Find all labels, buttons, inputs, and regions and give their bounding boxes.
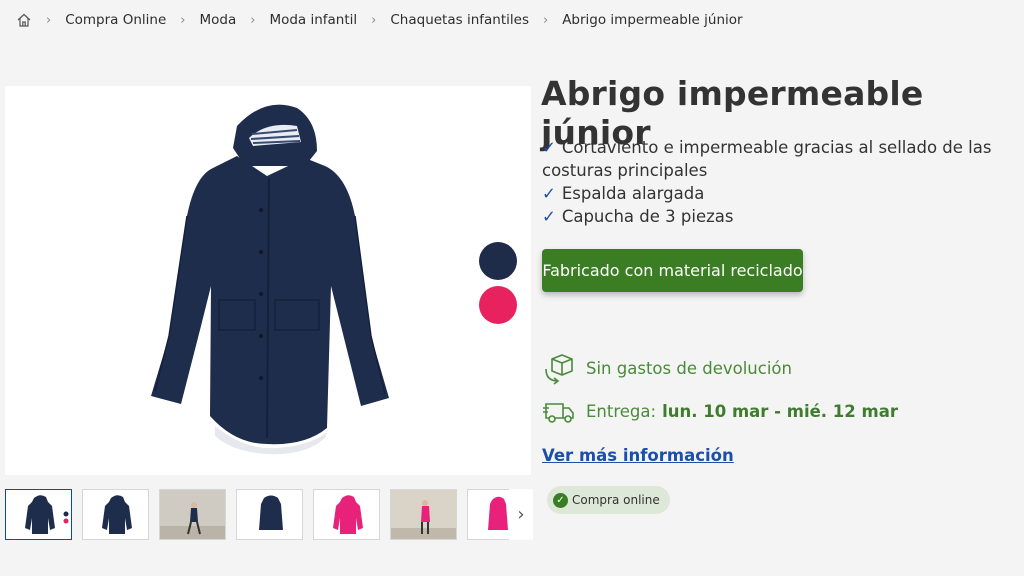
breadcrumb-item-chaquetas-infantiles[interactable]: Chaquetas infantiles	[390, 12, 529, 28]
thumbnail-4[interactable]	[236, 489, 303, 540]
feature-item: ✓ Espalda alargada	[542, 182, 1012, 205]
breadcrumb-current: Abrigo impermeable júnior	[562, 12, 743, 28]
thumbnail-strip: ›	[5, 489, 533, 541]
thumbnail-3[interactable]	[159, 489, 226, 540]
breadcrumb-separator: ›	[250, 12, 256, 28]
feature-item: ✓ Capucha de 3 piezas	[542, 205, 1012, 228]
home-icon[interactable]	[16, 12, 32, 28]
product-main-image[interactable]	[5, 86, 531, 475]
recycled-material-button[interactable]: Fabricado con material reciclado	[542, 249, 803, 292]
return-info: Sin gastos de devolución	[542, 351, 792, 385]
chevron-right-icon[interactable]: ›	[509, 489, 533, 540]
online-purchase-badge: ✓ Compra online	[547, 486, 670, 514]
color-swatch-pink[interactable]	[479, 286, 517, 324]
delivery-truck-icon	[542, 394, 576, 428]
delivery-info: Entrega: lun. 10 mar - mié. 12 mar	[542, 394, 898, 428]
more-info-link[interactable]: Ver más información	[542, 446, 734, 465]
feature-text: Capucha de 3 piezas	[561, 207, 734, 226]
breadcrumb-separator: ›	[180, 12, 186, 28]
thumbnail-1[interactable]	[5, 489, 72, 540]
breadcrumb-separator: ›	[542, 12, 549, 28]
thumbnail-2[interactable]	[82, 489, 149, 540]
check-icon: ✓	[542, 138, 556, 157]
online-badge-text: Compra online	[572, 493, 660, 507]
color-swatch-navy[interactable]	[479, 242, 517, 280]
return-text: Sin gastos de devolución	[586, 358, 792, 378]
breadcrumb-separator: ›	[46, 12, 52, 28]
check-circle-icon: ✓	[553, 492, 568, 508]
breadcrumb-item-moda[interactable]: Moda	[199, 12, 236, 28]
breadcrumb: › Compra Online › Moda › Moda infantil ›…	[16, 10, 743, 30]
check-icon: ✓	[542, 207, 556, 226]
check-icon: ✓	[542, 184, 556, 203]
breadcrumb-item-compra-online[interactable]: Compra Online	[65, 12, 166, 28]
thumbnail-6[interactable]	[390, 489, 457, 540]
feature-text: Espalda alargada	[561, 184, 705, 203]
feature-item: ✓ Cortaviento e impermeable gracias al se…	[542, 136, 1012, 182]
breadcrumb-item-moda-infantil[interactable]: Moda infantil	[269, 12, 357, 28]
box-return-icon	[542, 351, 576, 385]
breadcrumb-separator: ›	[371, 12, 377, 28]
thumbnail-5[interactable]	[313, 489, 380, 540]
feature-list: ✓ Cortaviento e impermeable gracias al se…	[542, 136, 1012, 228]
feature-text: Cortaviento e impermeable gracias al sel…	[542, 138, 992, 180]
jacket-illustration	[151, 104, 389, 455]
delivery-label: Entrega:	[586, 401, 657, 421]
delivery-date: lun. 10 mar - mié. 12 mar	[662, 401, 898, 421]
